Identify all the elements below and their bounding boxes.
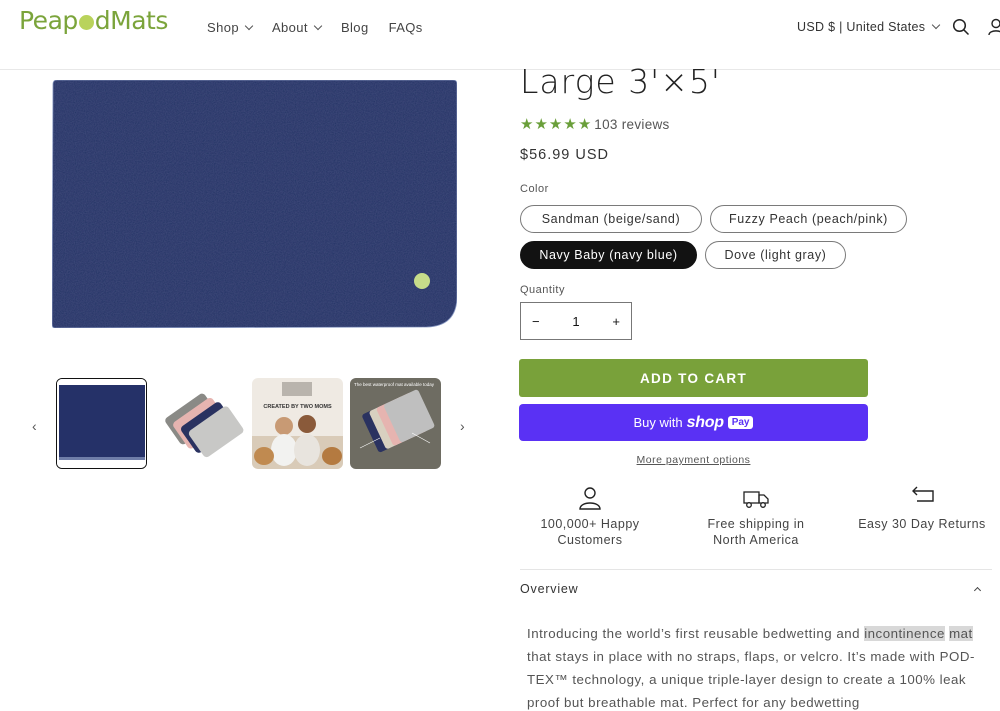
chevron-down-icon: [313, 21, 323, 30]
nav-blog-label: Blog: [340, 20, 369, 35]
search-icon[interactable]: [952, 18, 970, 36]
shop-logo: shop: [686, 413, 724, 431]
quantity-decrease-button[interactable]: −: [532, 314, 540, 329]
thumb-layers-diagram-image: [350, 378, 441, 469]
star-icon: ★: [548, 116, 563, 133]
desc-highlight-1: incontinence: [864, 626, 945, 641]
thumb-color-swatches-image: [154, 378, 245, 469]
nav-about[interactable]: About: [271, 20, 323, 35]
product-description: Introducing the world’s first reusable b…: [527, 622, 992, 711]
logo[interactable]: Peap dMats: [19, 6, 168, 35]
truck-icon: [743, 491, 769, 508]
feature-customers: 100,000+ Happy Customers: [515, 486, 665, 548]
logo-pod-icon: [78, 15, 94, 30]
logo-text-end: dMats: [94, 6, 169, 35]
thumb-4-caption: The best waterproof mat available today: [354, 382, 435, 387]
color-label: Color: [520, 183, 549, 195]
overview-accordion-toggle[interactable]: Overview: [520, 582, 990, 596]
quantity-input[interactable]: 1: [572, 314, 579, 329]
site-header: Peap dMats Shop About Blog FAQs USD $ | U…: [0, 0, 1000, 70]
star-icon: ★: [577, 116, 592, 133]
feature-shipping: Free shipping in North America: [681, 486, 831, 548]
feature-shipping-line1: Free shipping in: [707, 517, 805, 531]
chevron-up-icon: [973, 586, 982, 595]
main-nav: Shop About Blog FAQs: [207, 20, 423, 35]
add-to-cart-button[interactable]: ADD TO CART: [519, 359, 868, 397]
feature-shipping-line2: North America: [713, 533, 799, 547]
quantity-label: Quantity: [520, 284, 565, 296]
thumb-next-arrow-icon[interactable]: ›: [460, 418, 465, 434]
product-title: Large 3'×5': [520, 62, 721, 101]
product-main-image[interactable]: [51, 78, 459, 329]
return-arrow-icon: [912, 486, 934, 502]
thumb-moms-photo-image: [252, 378, 343, 469]
thumbnail-1[interactable]: [56, 378, 147, 469]
feature-customers-line2: Customers: [557, 533, 623, 547]
buy-with-label: Buy with: [633, 415, 683, 430]
account-icon[interactable]: [988, 18, 1000, 36]
thumbnail-4[interactable]: The best waterproof mat available today: [350, 378, 441, 469]
thumbnail-2[interactable]: [154, 378, 245, 469]
feature-customers-line1: 100,000+ Happy: [540, 517, 640, 531]
color-option-sandman[interactable]: Sandman (beige/sand): [520, 205, 702, 233]
nav-shop[interactable]: Shop: [207, 20, 254, 35]
quantity-stepper: − 1 +: [520, 302, 632, 340]
chevron-down-icon: [932, 20, 941, 30]
currency-label: USD $ | United States: [797, 20, 926, 34]
feature-returns: Easy 30 Day Returns: [847, 486, 997, 532]
thumb-navy-mat-image: [57, 379, 146, 468]
star-icon: ★: [520, 116, 534, 133]
color-option-dove[interactable]: Dove (light gray): [705, 241, 846, 269]
nav-faqs[interactable]: FAQs: [389, 20, 423, 35]
nav-shop-label: Shop: [207, 20, 239, 35]
nav-about-label: About: [271, 20, 308, 35]
thumb-prev-arrow-icon[interactable]: ‹: [32, 418, 37, 434]
color-option-navy-baby[interactable]: Navy Baby (navy blue): [520, 241, 697, 269]
star-icon: ★: [563, 116, 577, 133]
product-price: $56.99 USD: [520, 147, 609, 163]
pay-badge: Pay: [727, 416, 754, 429]
star-icon: ★: [534, 116, 548, 133]
desc-text-2: that stays in place with no straps, flap…: [527, 649, 975, 710]
rating-stars[interactable]: ★ ★ ★ ★ ★ 103 reviews: [520, 115, 670, 133]
more-payment-options-link[interactable]: More payment options: [519, 454, 868, 466]
feature-returns-line1: Easy 30 Day Returns: [858, 517, 986, 531]
desc-text-1: Introducing the world’s first reusable b…: [527, 626, 865, 641]
buy-with-shop-pay-button[interactable]: Buy with shop Pay: [519, 404, 868, 441]
logo-text-start: Peap: [19, 6, 78, 35]
currency-selector[interactable]: USD $ | United States: [797, 20, 941, 34]
thumb-3-caption: CREATED BY TWO MOMS: [263, 404, 332, 410]
review-count[interactable]: 103 reviews: [594, 117, 669, 132]
chevron-down-icon: [244, 21, 254, 30]
nav-faqs-label: FAQs: [388, 20, 423, 35]
section-divider: [520, 569, 992, 570]
overview-label: Overview: [520, 582, 579, 596]
desc-highlight-2: mat: [949, 626, 973, 641]
user-icon: [579, 487, 601, 510]
nav-blog[interactable]: Blog: [341, 20, 369, 35]
color-option-fuzzy-peach[interactable]: Fuzzy Peach (peach/pink): [710, 205, 907, 233]
quantity-increase-button[interactable]: +: [612, 314, 620, 329]
thumbnail-strip: ‹ CREATED BY TWO MOMS The best waterproo…: [20, 378, 480, 470]
thumbnail-3[interactable]: CREATED BY TWO MOMS: [252, 378, 343, 469]
